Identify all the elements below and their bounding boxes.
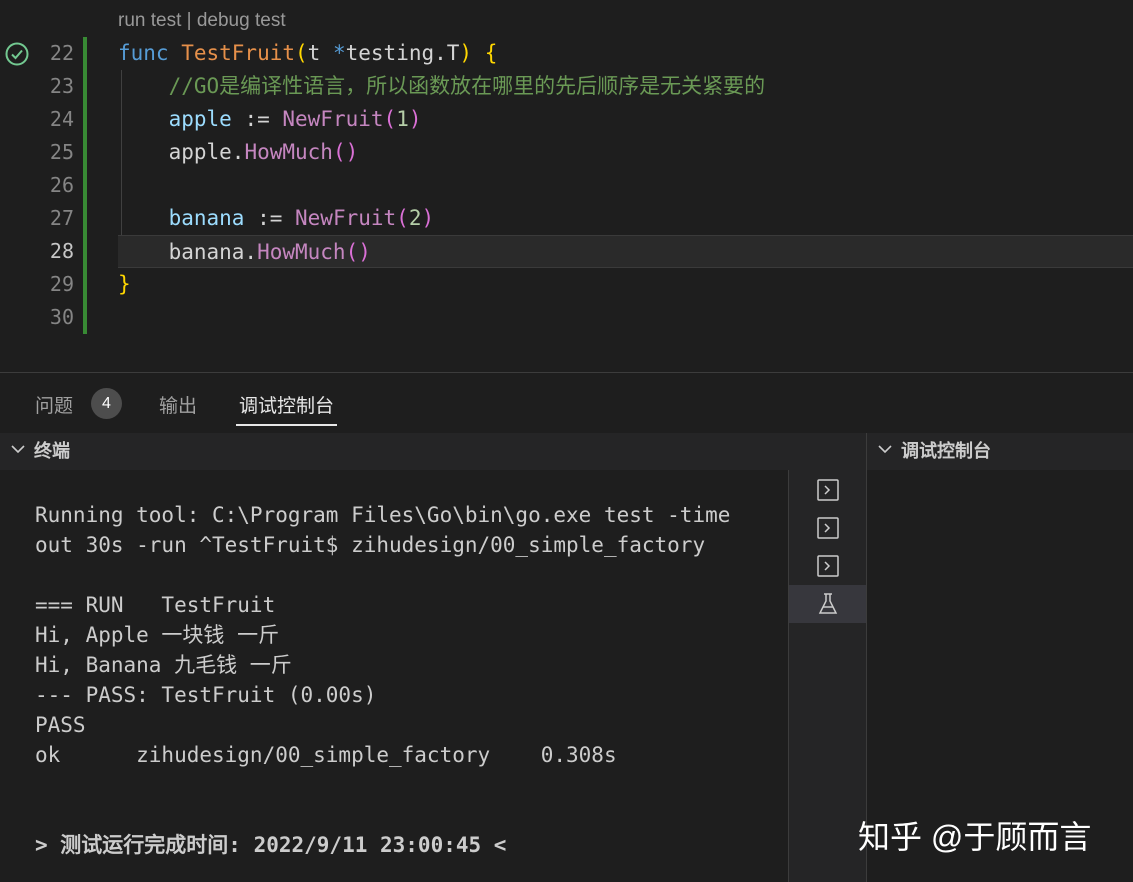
git-added-gutter-bar bbox=[83, 37, 87, 334]
chevron-down-icon bbox=[875, 433, 895, 470]
terminal-line: --- PASS: TestFruit (0.00s) bbox=[35, 683, 377, 707]
terminal-line: Hi, Apple 一块钱 一斤 bbox=[35, 623, 280, 647]
line-number: 24 bbox=[49, 107, 74, 131]
code-line[interactable]: //GO是编译性语言，所以函数放在哪里的先后顺序是无关紧要的 bbox=[118, 70, 1133, 103]
code-line[interactable] bbox=[118, 301, 1133, 334]
code-token: := bbox=[244, 206, 296, 230]
code-token: apple bbox=[168, 107, 232, 131]
code-token: NewFruit bbox=[282, 107, 384, 131]
terminal-instance-test[interactable] bbox=[789, 585, 867, 623]
line-number: 22 bbox=[49, 41, 74, 65]
terminal-header-label: 终端 bbox=[34, 441, 70, 461]
code-token: //GO是编译性语言，所以函数放在哪里的先后顺序是无关紧要的 bbox=[118, 74, 766, 98]
code-token: apple. bbox=[118, 140, 245, 164]
code-token: ( bbox=[396, 206, 409, 230]
code-line[interactable]: banana := NewFruit(2) bbox=[118, 202, 1133, 235]
terminal-line: out 30s -run ^TestFruit$ zihudesign/00_s… bbox=[35, 533, 706, 557]
code-line[interactable]: apple := NewFruit(1) bbox=[118, 103, 1133, 136]
code-line[interactable]: banana.HowMuch() bbox=[118, 235, 1133, 268]
code-token: () bbox=[345, 240, 371, 264]
code-token: ( bbox=[295, 41, 308, 65]
code-token: 1 bbox=[396, 107, 409, 131]
code-token: } bbox=[118, 272, 131, 296]
terminal-line: ok zihudesign/00_simple_factory 0.308s bbox=[35, 743, 617, 767]
tab-output[interactable]: 输出 bbox=[159, 391, 197, 418]
code-token: () bbox=[332, 140, 359, 164]
terminal-icon bbox=[817, 517, 839, 539]
terminal-line: === RUN TestFruit bbox=[35, 593, 276, 617]
code-token: HowMuch bbox=[257, 240, 346, 264]
terminal-line: Hi, Banana 九毛钱 一斤 bbox=[35, 653, 292, 677]
line-number: 28 bbox=[49, 239, 74, 263]
terminal-instance-1[interactable] bbox=[789, 471, 867, 509]
code-line[interactable]: apple.HowMuch() bbox=[118, 136, 1133, 169]
code-line[interactable] bbox=[118, 169, 1133, 202]
codelens-run-debug-test[interactable]: run test | debug test bbox=[118, 10, 286, 32]
test-run-complete-line: > 测试运行完成时间: 2022/9/11 23:00:45 < bbox=[35, 833, 507, 857]
terminal-line: PASS bbox=[35, 713, 86, 737]
beaker-icon bbox=[818, 593, 838, 614]
line-number-21: 21 bbox=[46, 0, 70, 2]
terminal-icon bbox=[817, 555, 839, 577]
code-token: banana bbox=[168, 206, 245, 230]
code-token: ) bbox=[421, 206, 435, 230]
watermark: 知乎 @于顾而言 bbox=[858, 819, 1092, 855]
terminal-icon bbox=[817, 479, 839, 501]
tab-debug-console[interactable]: 调试控制台 bbox=[239, 391, 334, 418]
problems-count-badge: 4 bbox=[91, 388, 122, 419]
tab-problems[interactable]: 问题 bbox=[35, 391, 73, 418]
terminal-instance-list bbox=[788, 470, 867, 882]
debug-console-header-label: 调试控制台 bbox=[901, 441, 991, 461]
line-number: 23 bbox=[49, 74, 74, 98]
code-token: HowMuch bbox=[244, 140, 333, 164]
panel-tab-bar: 问题 4 输出 调试控制台 bbox=[0, 373, 1133, 433]
terminal-section-header[interactable]: 终端 bbox=[0, 433, 866, 470]
code-line[interactable]: func TestFruit(t *testing.T) { bbox=[118, 37, 1133, 70]
line-number: 26 bbox=[49, 173, 74, 197]
chevron-down-icon bbox=[8, 433, 28, 470]
test-passed-icon[interactable] bbox=[4, 41, 30, 67]
code-token: ) bbox=[459, 41, 473, 65]
line-number: 27 bbox=[49, 206, 74, 230]
code-token: t bbox=[307, 41, 333, 65]
code-token: 2 bbox=[408, 206, 422, 230]
terminal-instance-2[interactable] bbox=[789, 509, 867, 547]
active-tab-underline bbox=[236, 424, 337, 426]
line-number: 30 bbox=[49, 305, 74, 329]
code-token: banana. bbox=[118, 240, 258, 264]
code-token: TestFruit bbox=[181, 41, 296, 65]
code-token: { bbox=[484, 41, 498, 65]
debug-console-section-header[interactable]: 调试控制台 bbox=[867, 433, 1133, 470]
code-editor[interactable]: 21 run test | debug test 222324252627282… bbox=[0, 0, 1133, 372]
line-number: 25 bbox=[49, 140, 74, 164]
terminal-output[interactable]: Running tool: C:\Program Files\Go\bin\go… bbox=[0, 470, 788, 882]
terminal-instance-3[interactable] bbox=[789, 547, 867, 585]
code-token: NewFruit bbox=[295, 206, 397, 230]
line-number: 29 bbox=[49, 272, 74, 296]
code-token: func bbox=[118, 41, 182, 65]
code-token: * bbox=[332, 41, 346, 65]
code-line[interactable]: } bbox=[118, 268, 1133, 301]
code-token: := bbox=[231, 107, 283, 131]
terminal-line: Running tool: C:\Program Files\Go\bin\go… bbox=[35, 503, 731, 527]
code-token: ( bbox=[383, 107, 397, 131]
code-token: testing.T bbox=[345, 41, 460, 65]
code-token: ) bbox=[408, 107, 422, 131]
